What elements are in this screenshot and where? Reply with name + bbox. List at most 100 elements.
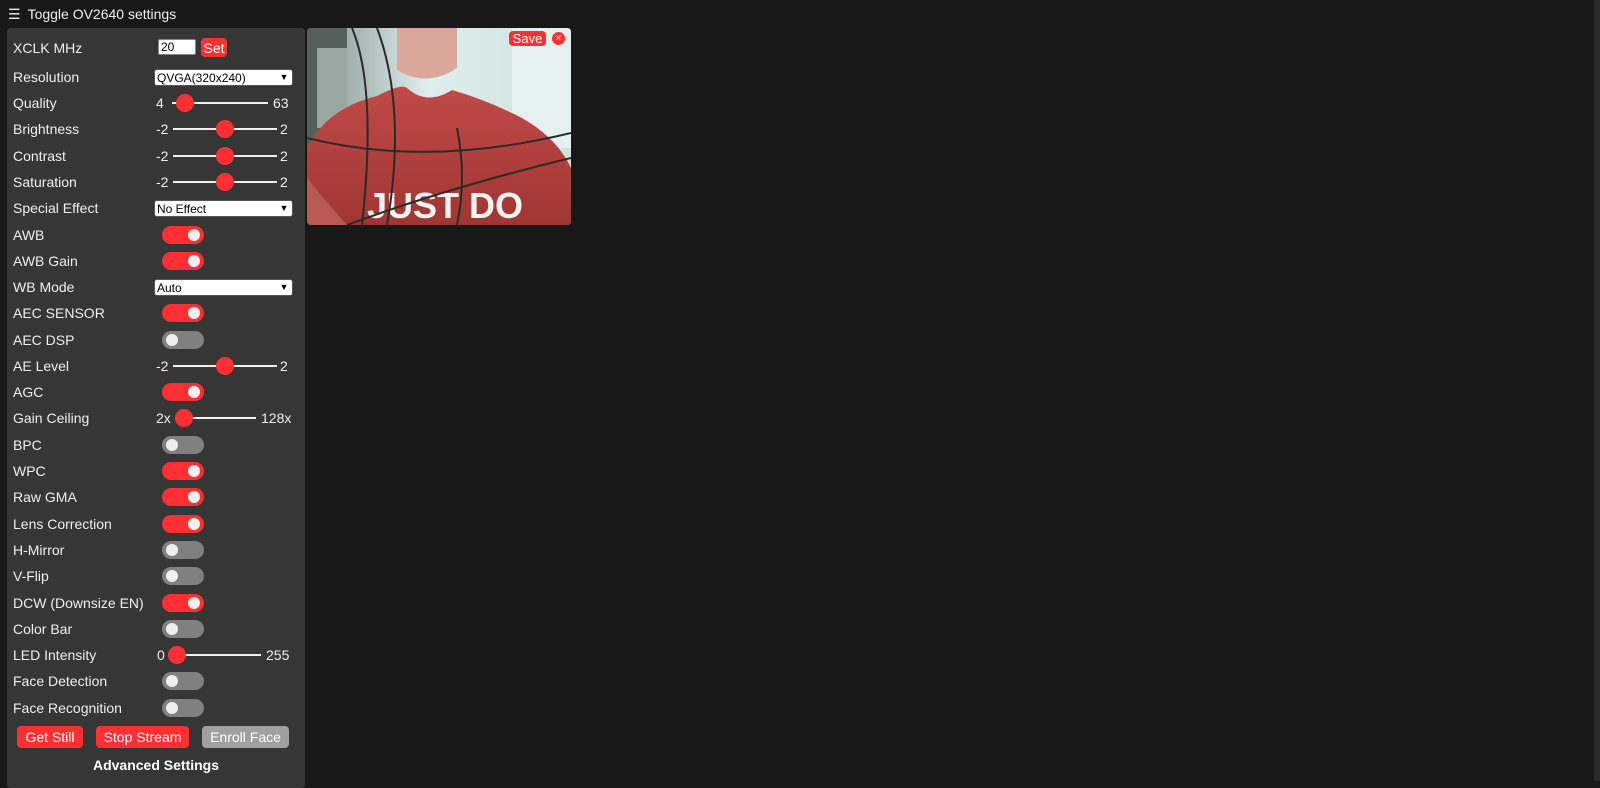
aec-sensor-label: AEC SENSOR [13, 305, 105, 321]
special-effect-row: Special Effect No Effect ▼ [7, 195, 305, 221]
aec-dsp-toggle[interactable] [162, 331, 204, 349]
enroll-face-button[interactable]: Enroll Face [202, 726, 289, 748]
ae-level-max: 2 [280, 358, 288, 374]
gain-ceiling-max: 128x [261, 410, 292, 426]
toggle-knob [188, 229, 200, 241]
gain-ceiling-slider-thumb[interactable] [175, 409, 193, 427]
toggle-knob [188, 307, 200, 319]
toggle-knob [166, 544, 178, 556]
awb-gain-row: AWB Gain [7, 248, 305, 274]
lens-correction-row: Lens Correction [7, 511, 305, 537]
xclk-row: XCLK MHz 20 Set [7, 35, 305, 61]
gain-ceiling-row: Gain Ceiling 2x 128x [7, 405, 305, 431]
led-intensity-slider-thumb[interactable] [168, 646, 186, 664]
resolution-row: Resolution QVGA(320x240) ▼ [7, 64, 305, 90]
toggle-knob [188, 386, 200, 398]
toggle-knob [188, 465, 200, 477]
ae-level-slider-thumb[interactable] [216, 357, 234, 375]
special-effect-select[interactable]: No Effect ▼ [154, 200, 293, 217]
wb-mode-row: WB Mode Auto ▼ [7, 274, 305, 300]
toggle-knob [188, 518, 200, 530]
special-effect-label: Special Effect [13, 200, 99, 216]
toggle-knob [188, 491, 200, 503]
brightness-row: Brightness -2 2 [7, 116, 305, 142]
resolution-label: Resolution [13, 69, 80, 85]
contrast-label: Contrast [13, 148, 66, 164]
chevron-down-icon: ▼ [279, 282, 289, 292]
agc-toggle[interactable] [162, 383, 204, 401]
led-intensity-label: LED Intensity [13, 647, 97, 663]
bpc-label: BPC [13, 437, 42, 453]
get-still-button[interactable]: Get Still [17, 726, 83, 748]
brightness-slider-thumb[interactable] [216, 120, 234, 138]
wpc-toggle[interactable] [162, 462, 204, 480]
aec-sensor-row: AEC SENSOR [7, 300, 305, 326]
saturation-slider-thumb[interactable] [216, 173, 234, 191]
toggle-settings-label: Toggle OV2640 settings [27, 6, 177, 22]
v-flip-toggle[interactable] [162, 567, 204, 585]
aec-dsp-row: AEC DSP [7, 327, 305, 353]
bpc-toggle[interactable] [162, 436, 204, 454]
xclk-set-button[interactable]: Set [201, 38, 227, 57]
quality-min: 4 [156, 95, 164, 111]
quality-max: 63 [273, 95, 289, 111]
quality-row: Quality 4 63 [7, 90, 305, 116]
wb-mode-label: WB Mode [13, 279, 75, 295]
xclk-input[interactable]: 20 [158, 39, 196, 55]
face-recognition-toggle[interactable] [162, 699, 204, 717]
color-bar-toggle[interactable] [162, 620, 204, 638]
raw-gma-toggle[interactable] [162, 488, 204, 506]
face-recognition-label: Face Recognition [13, 700, 122, 716]
saturation-max: 2 [280, 174, 288, 190]
v-flip-label: V-Flip [13, 568, 49, 584]
face-detection-toggle[interactable] [162, 672, 204, 690]
brightness-min: -2 [156, 121, 169, 137]
close-stream-button[interactable]: × [552, 32, 565, 45]
awb-row: AWB [7, 222, 305, 248]
face-detection-row: Face Detection [7, 668, 305, 694]
wb-mode-select[interactable]: Auto ▼ [154, 279, 293, 296]
dcw-toggle[interactable] [162, 594, 204, 612]
h-mirror-toggle[interactable] [162, 541, 204, 559]
quality-slider-thumb[interactable] [176, 94, 194, 112]
contrast-min: -2 [156, 148, 169, 164]
quality-label: Quality [13, 95, 57, 111]
dcw-row: DCW (Downsize EN) [7, 590, 305, 616]
contrast-row: Contrast -2 2 [7, 143, 305, 169]
toggle-settings-header[interactable]: ☰ Toggle OV2640 settings [8, 5, 176, 23]
awb-gain-label: AWB Gain [13, 253, 78, 269]
saturation-label: Saturation [13, 174, 77, 190]
toggle-knob [188, 597, 200, 609]
camera-frame-svg: JUST DO [307, 28, 571, 225]
settings-panel: XCLK MHz 20 Set Resolution QVGA(320x240)… [7, 28, 305, 788]
lens-correction-label: Lens Correction [13, 516, 112, 532]
toggle-knob [166, 570, 178, 582]
page-scrollbar[interactable] [1594, 0, 1600, 781]
awb-label: AWB [13, 227, 45, 243]
gain-ceiling-label: Gain Ceiling [13, 410, 90, 426]
save-image-button[interactable]: Save [509, 31, 546, 46]
h-mirror-label: H-Mirror [13, 542, 65, 558]
toggle-knob [166, 702, 178, 714]
aec-sensor-toggle[interactable] [162, 304, 204, 322]
wpc-row: WPC [7, 458, 305, 484]
brightness-max: 2 [280, 121, 288, 137]
awb-gain-toggle[interactable] [162, 252, 204, 270]
hamburger-menu-icon: ☰ [8, 6, 21, 22]
awb-toggle[interactable] [162, 226, 204, 244]
chevron-down-icon: ▼ [279, 203, 289, 213]
led-intensity-min: 0 [157, 647, 165, 663]
chevron-down-icon: ▼ [279, 72, 289, 82]
contrast-slider-thumb[interactable] [216, 147, 234, 165]
special-effect-selected: No Effect [157, 201, 207, 216]
ae-level-label: AE Level [13, 358, 70, 374]
toggle-knob [166, 675, 178, 687]
bpc-row: BPC [7, 432, 305, 458]
stop-stream-button[interactable]: Stop Stream [96, 726, 189, 748]
toggle-knob [188, 255, 200, 267]
camera-stream-image: JUST DO [307, 28, 571, 225]
resolution-select[interactable]: QVGA(320x240) ▼ [154, 69, 293, 86]
resolution-selected: QVGA(320x240) [157, 70, 246, 85]
agc-label: AGC [13, 384, 44, 400]
lens-correction-toggle[interactable] [162, 515, 204, 533]
